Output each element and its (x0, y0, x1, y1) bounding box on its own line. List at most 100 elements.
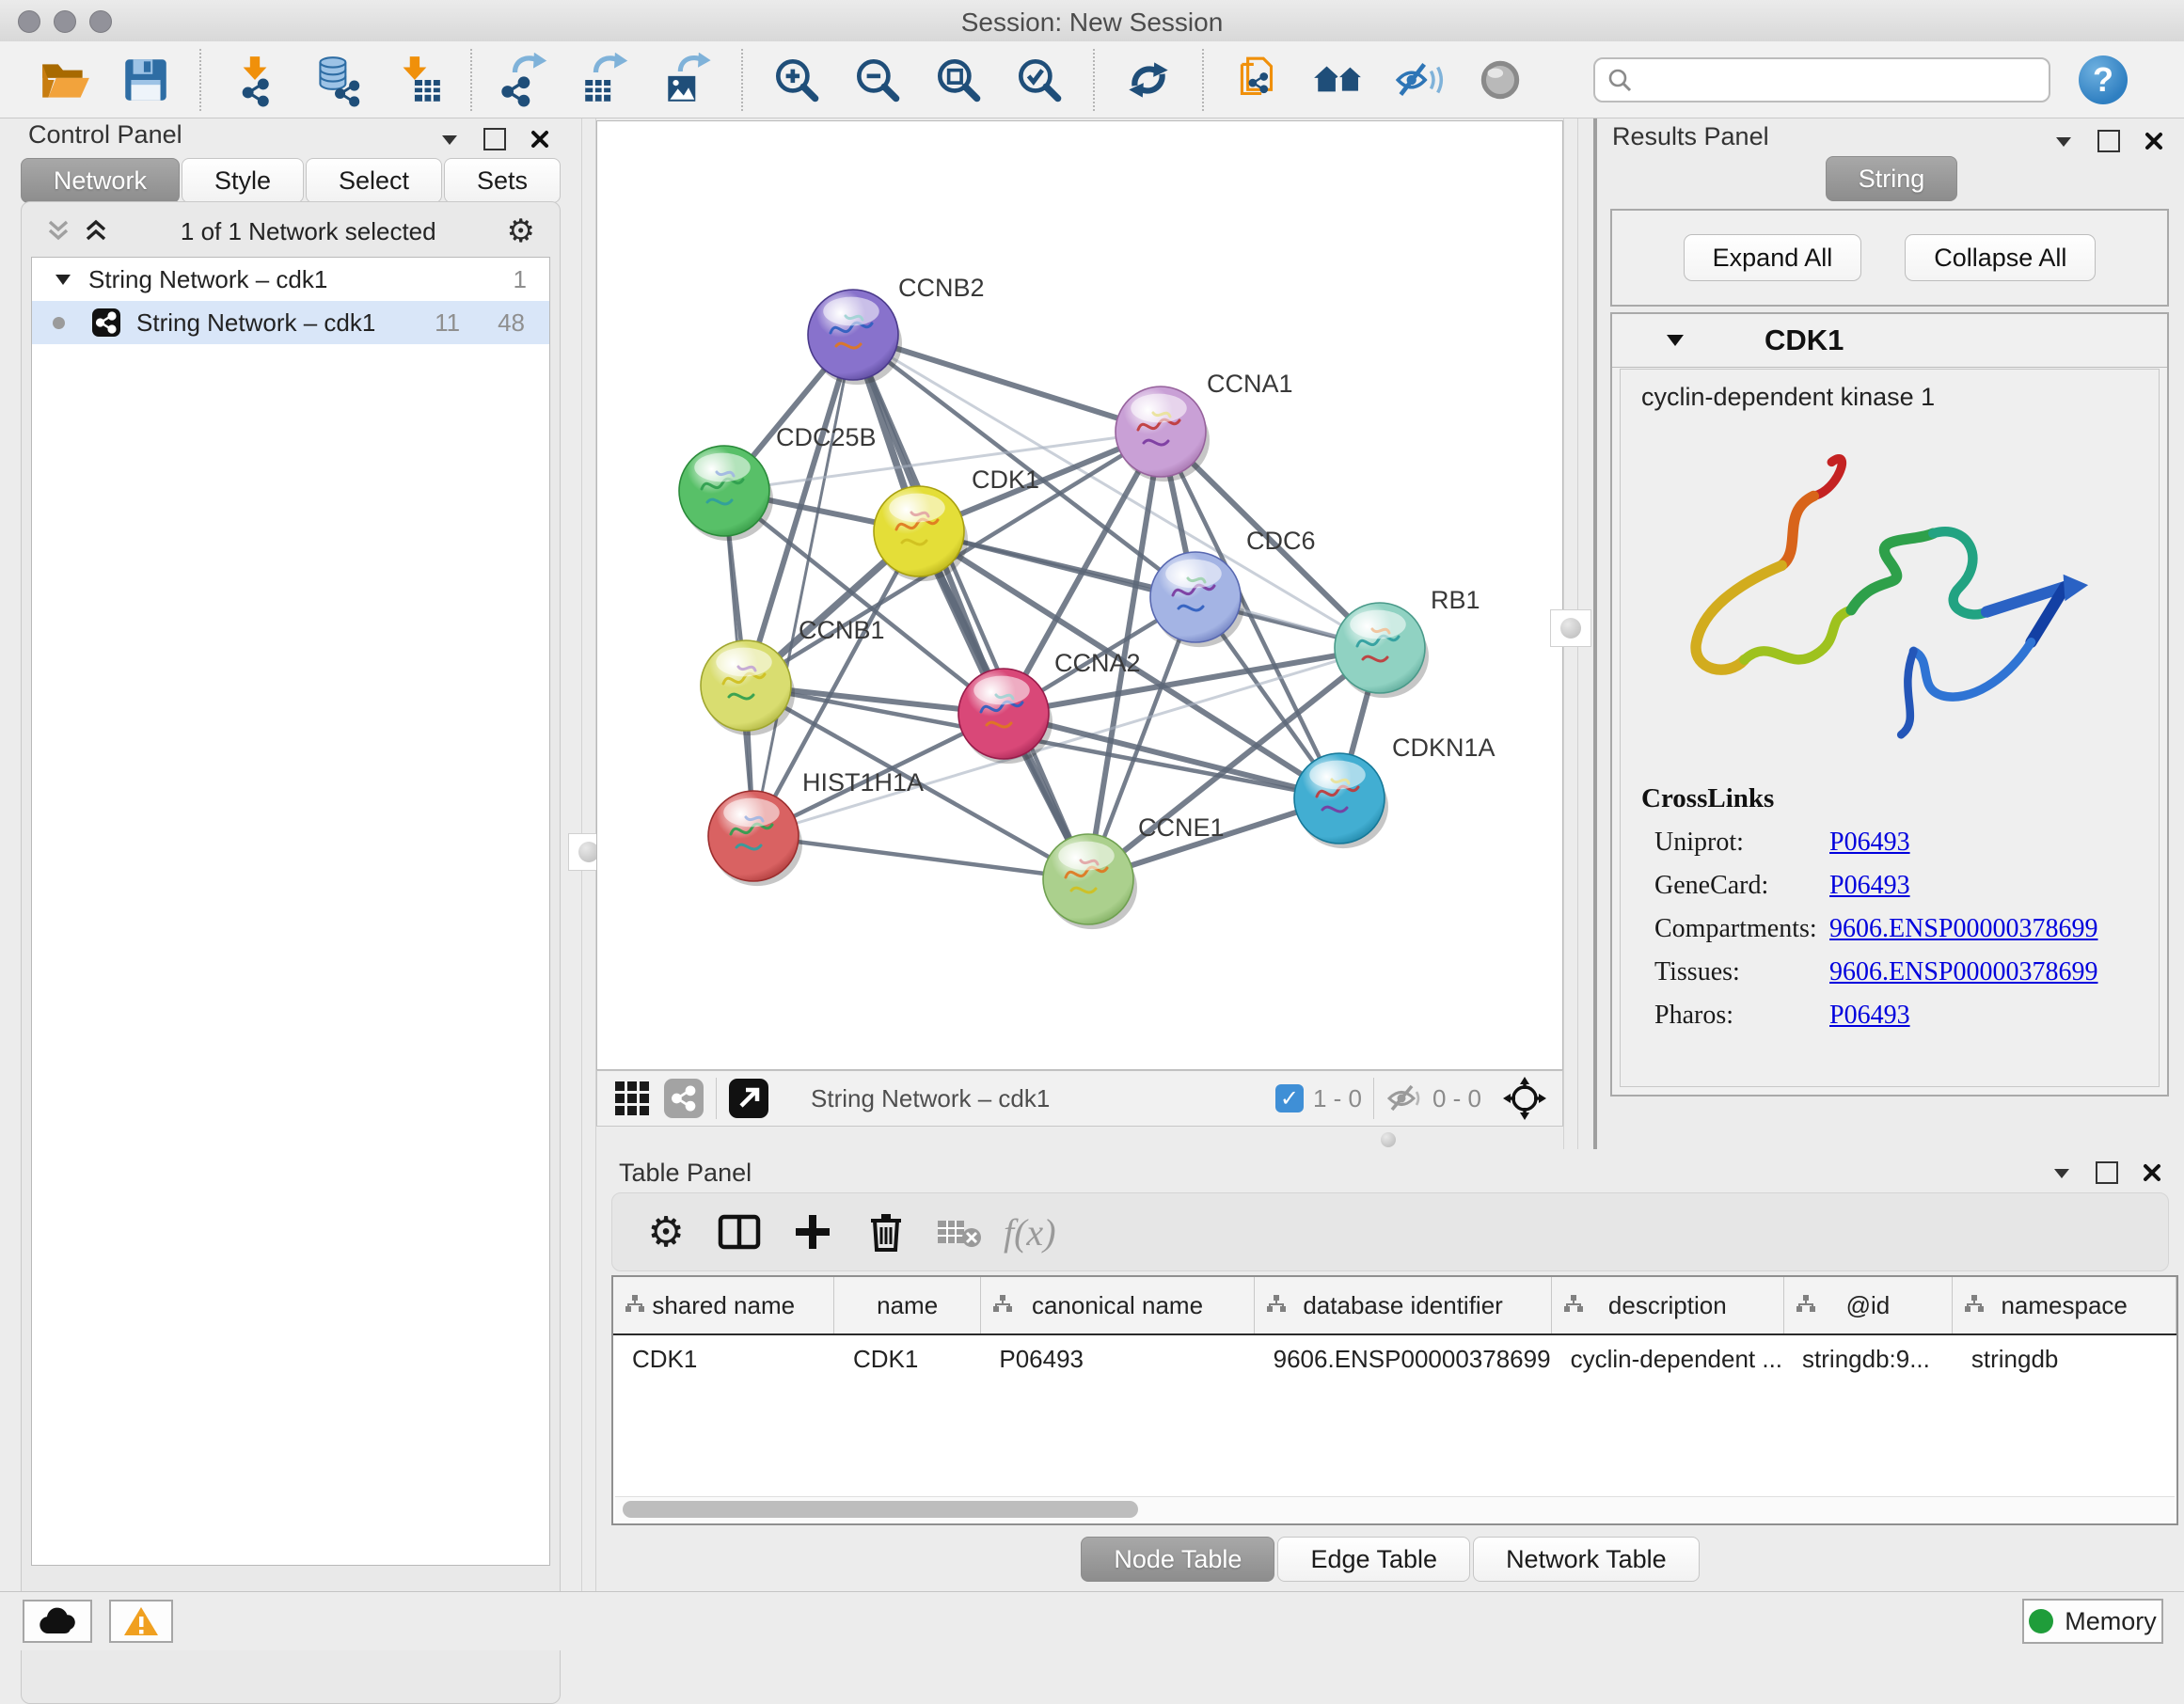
tab-edge-table[interactable]: Edge Table (1277, 1537, 1470, 1582)
expand-all-icon[interactable] (82, 219, 110, 244)
horizontal-scrollbar[interactable] (615, 1496, 2175, 1522)
table-cell[interactable]: stringdb:9... (1783, 1334, 1953, 1382)
crosslink-link[interactable]: 9606.ENSP00000378699 (1829, 957, 2097, 987)
zoom-out-icon[interactable] (847, 50, 909, 110)
save-session-icon[interactable] (115, 50, 177, 110)
crosslink-row: Compartments:9606.ENSP00000378699 (1641, 914, 2145, 944)
import-network-from-file-icon[interactable] (224, 50, 286, 110)
entry-expander-icon[interactable] (1665, 333, 1685, 348)
open-session-icon[interactable] (34, 50, 96, 110)
table-cell[interactable]: 9606.ENSP00000378699 (1255, 1334, 1552, 1382)
memory-status-dot (2029, 1609, 2053, 1633)
network-node-HIST1H1A[interactable] (708, 791, 802, 886)
network-edge[interactable] (753, 335, 853, 836)
crosslink-link[interactable]: P06493 (1829, 871, 1910, 901)
network-node-CDC6[interactable] (1150, 552, 1244, 647)
warning-status-button[interactable] (109, 1600, 173, 1643)
collapse-all-button[interactable]: Collapse All (1905, 234, 2096, 281)
network-from-file-icon[interactable] (1227, 50, 1289, 110)
zoom-selected-region-icon[interactable] (1008, 50, 1070, 110)
tab-network[interactable]: Network (21, 158, 180, 203)
memory-button[interactable]: Memory (2022, 1599, 2163, 1644)
panel-close-icon[interactable] (2144, 132, 2163, 150)
collapse-all-icon[interactable] (44, 219, 72, 244)
crosslink-link[interactable]: P06493 (1829, 1001, 1910, 1031)
export-network-icon[interactable] (495, 50, 557, 110)
tab-style[interactable]: Style (182, 158, 304, 203)
delete-column-icon[interactable] (857, 1206, 915, 1258)
network-node-CCNA1[interactable] (1116, 387, 1210, 481)
column-header-shared-name[interactable]: shared name (613, 1277, 834, 1334)
toolbar-separator (470, 49, 472, 111)
table-cell[interactable]: CDK1 (834, 1334, 980, 1382)
grid-view-icon[interactable] (614, 1081, 650, 1116)
network-options-gear-icon[interactable]: ⚙ (507, 213, 535, 250)
home-networks-icon[interactable] (1307, 50, 1369, 110)
export-image-icon[interactable] (657, 50, 719, 110)
panel-close-icon[interactable] (2143, 1163, 2161, 1182)
expand-all-button[interactable]: Expand All (1684, 234, 1862, 281)
network-node-CDKN1A[interactable] (1294, 753, 1388, 848)
cloud-status-button[interactable] (23, 1600, 92, 1643)
panel-float-icon[interactable] (2052, 1166, 2071, 1179)
hide-graphics-details-icon[interactable] (1388, 50, 1450, 110)
results-entry-header[interactable]: CDK1 (1612, 314, 2167, 368)
column-header-name[interactable]: name (834, 1277, 980, 1334)
panel-maximize-icon[interactable] (2096, 1161, 2118, 1184)
table-cell[interactable]: P06493 (980, 1334, 1254, 1382)
column-header-database-identifier[interactable]: database identifier (1255, 1277, 1552, 1334)
table-cell[interactable]: cyclin-dependent ... (1552, 1334, 1783, 1382)
column-header-description[interactable]: description (1552, 1277, 1783, 1334)
zoom-fit-content-icon[interactable] (927, 50, 989, 110)
tab-node-table[interactable]: Node Table (1081, 1537, 1274, 1582)
apply-preferred-layout-icon[interactable] (1117, 50, 1179, 110)
splitter-collapse-handle[interactable] (1550, 609, 1591, 647)
network-edge[interactable] (853, 335, 1088, 879)
network-node-RB1[interactable] (1335, 603, 1429, 698)
network-view-share-icon[interactable] (663, 1078, 704, 1119)
network-node-CCNA2[interactable] (958, 669, 1052, 764)
tab-string[interactable]: String (1826, 156, 1958, 201)
network-collection-row[interactable]: String Network – cdk1 1 (32, 258, 549, 301)
zoom-in-icon[interactable] (766, 50, 828, 110)
hidden-elements-eye-icon[interactable] (1385, 1082, 1423, 1114)
tab-network-table[interactable]: Network Table (1473, 1537, 1700, 1582)
help-icon[interactable]: ? (2079, 55, 2128, 104)
network-node-CDK1[interactable] (874, 486, 968, 581)
birds-eye-view-icon[interactable] (1469, 50, 1531, 110)
tab-sets[interactable]: Sets (444, 158, 561, 203)
delete-table-icon[interactable] (930, 1206, 989, 1258)
import-network-from-database-icon[interactable] (305, 50, 367, 110)
open-in-window-icon[interactable] (728, 1078, 769, 1119)
network-edge[interactable] (753, 836, 1088, 879)
tree-expander-icon[interactable] (55, 273, 71, 286)
export-table-icon[interactable] (576, 50, 638, 110)
column-header-canonical-name[interactable]: canonical name (980, 1277, 1254, 1334)
crosslink-link[interactable]: 9606.ENSP00000378699 (1829, 914, 2097, 944)
table-cell[interactable]: stringdb (1953, 1334, 2176, 1382)
import-table-from-file-icon[interactable] (386, 50, 448, 110)
selected-checkbox-icon[interactable]: ✓ (1275, 1084, 1304, 1112)
network-node-CDC25B[interactable] (679, 446, 773, 541)
column-header-namespace[interactable]: namespace (1953, 1277, 2176, 1334)
table-cell[interactable]: CDK1 (613, 1334, 834, 1382)
apply-function-icon[interactable]: f(x) (1004, 1206, 1056, 1258)
network-canvas[interactable]: CCNB2CCNA1CDC25BCDK1CDC6RB1CCNB1CCNA2CDK… (596, 120, 1563, 1070)
add-column-icon[interactable] (783, 1206, 842, 1258)
horizontal-splitter-handle[interactable] (1381, 1132, 1396, 1147)
column-header--id[interactable]: @id (1783, 1277, 1953, 1334)
table-row[interactable]: CDK1CDK1P064939606.ENSP00000378699cyclin… (613, 1334, 2176, 1382)
panel-float-icon[interactable] (2054, 134, 2073, 148)
tab-select[interactable]: Select (306, 158, 442, 203)
table-settings-gear-icon[interactable]: ⚙ (637, 1206, 695, 1258)
panel-float-icon[interactable] (440, 133, 459, 146)
fit-selected-crosshair-icon[interactable] (1502, 1076, 1547, 1121)
scrollbar-thumb[interactable] (623, 1501, 1138, 1518)
show-columns-icon[interactable] (710, 1206, 768, 1258)
network-row[interactable]: String Network – cdk1 11 48 (32, 301, 549, 344)
panel-maximize-icon[interactable] (2097, 130, 2120, 152)
crosslink-link[interactable]: P06493 (1829, 828, 1910, 858)
panel-close-icon[interactable] (530, 130, 549, 149)
panel-maximize-icon[interactable] (483, 128, 506, 150)
search-input[interactable] (1593, 57, 2050, 103)
